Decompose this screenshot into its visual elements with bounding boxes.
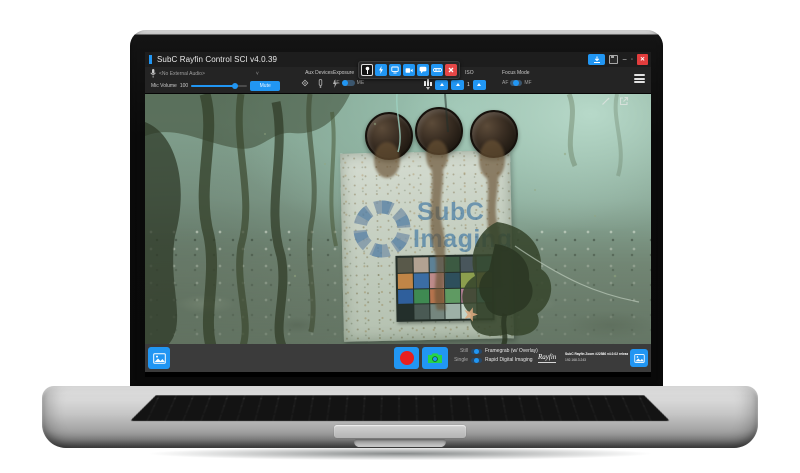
- laptop-base: [42, 386, 758, 448]
- mute-button[interactable]: Mute: [250, 81, 280, 91]
- me-label: ME: [357, 80, 365, 86]
- annotate-pen-icon[interactable]: [601, 96, 611, 106]
- toggle-dot: [474, 349, 479, 354]
- video-overlay-tools: [601, 96, 629, 106]
- picture-icon: [634, 354, 645, 363]
- iso-label: ISO: [465, 70, 474, 76]
- crosshair-icon[interactable]: [301, 79, 309, 87]
- kelp-overlay: [145, 94, 651, 344]
- audio-device-select[interactable]: <No External Audio> ˅: [150, 69, 259, 78]
- flash-button[interactable]: [375, 64, 387, 76]
- title-accent-bar: [149, 55, 152, 64]
- shutter-down-button[interactable]: [451, 80, 464, 90]
- mic-volume-label: Mic Volume: [151, 83, 177, 89]
- laser-icon[interactable]: [318, 79, 323, 88]
- still-framegrab-toggle[interactable]: Still Framegrab (w/ Overlay): [454, 348, 538, 354]
- shutter-up-button[interactable]: [435, 80, 448, 90]
- display-icon: [391, 66, 399, 74]
- mf-label: MF: [524, 80, 531, 86]
- up-arrow-icon: [477, 83, 481, 86]
- gallery-button-right[interactable]: [630, 349, 648, 367]
- quickbar-close-button[interactable]: [445, 64, 457, 76]
- laptop-screen: SubC Rayfin Control SCI v4.0.39 − ▫ ✕: [145, 52, 651, 377]
- rapid-label: Rapid Digital Imaging: [485, 357, 533, 363]
- single-rapid-toggle[interactable]: Single Rapid Digital Imaging: [454, 357, 538, 363]
- toggle-dot: [342, 80, 348, 86]
- open-external-icon[interactable]: [619, 96, 629, 106]
- focus-mode-toggle[interactable]: AF MF: [502, 80, 532, 86]
- up-arrow-icon: [440, 83, 444, 86]
- underwater-video-feed: SubC Imaging: [145, 94, 651, 344]
- floating-quickbar: [358, 61, 460, 79]
- mic-volume-slider[interactable]: [191, 85, 247, 87]
- mic-volume-value: 100: [180, 83, 188, 89]
- ae-label: AE: [333, 80, 340, 86]
- slider-fill: [191, 85, 234, 87]
- device-info: SubC Rayfin Zoom #22586 v4.0.02 release …: [565, 351, 628, 363]
- window-title: SubC Rayfin Control SCI v4.0.39: [157, 55, 277, 64]
- menu-button[interactable]: [634, 74, 645, 83]
- exposure-meter-icon: [424, 79, 432, 90]
- minimize-button[interactable]: −: [622, 56, 627, 64]
- pin-icon: [364, 66, 371, 74]
- rayfin-control-app: SubC Rayfin Control SCI v4.0.39 − ▫ ✕: [145, 52, 651, 377]
- pin-button[interactable]: [361, 64, 373, 76]
- video-call-button[interactable]: [403, 64, 415, 76]
- focus-mode-label: Focus Mode: [502, 70, 532, 76]
- camera-icon: [427, 352, 443, 364]
- picture-icon: [153, 353, 166, 364]
- download-button[interactable]: [588, 54, 605, 65]
- window-controls: − ▫ ✕: [588, 54, 648, 65]
- microphone-icon: [150, 69, 156, 78]
- chevron-down-icon: ˅: [256, 71, 259, 77]
- laptop-lid: SubC Rayfin Control SCI v4.0.39 − ▫ ✕: [130, 30, 663, 390]
- rayfin-brand-logo: Rayfin: [538, 353, 556, 363]
- link-button[interactable]: [431, 64, 443, 76]
- capture-mode-toggles: Still Framegrab (w/ Overlay) Single Rapi…: [454, 348, 538, 363]
- slider-knob[interactable]: [232, 83, 238, 89]
- laptop-shadow: [50, 446, 750, 466]
- maximize-button[interactable]: ▫: [631, 57, 633, 63]
- up-arrow-icon: [456, 83, 460, 86]
- link-icon: [433, 67, 442, 73]
- video-call-icon: [405, 67, 413, 74]
- trackpad: [334, 425, 466, 438]
- still-capture-button[interactable]: [422, 347, 448, 369]
- toggle-dot: [474, 358, 479, 363]
- af-label: AF: [502, 80, 508, 86]
- exposure-toggle-pill[interactable]: [342, 80, 355, 86]
- save-icon[interactable]: [609, 55, 618, 64]
- mic-volume-row: Mic Volume 100 Mute: [151, 81, 280, 91]
- exposure-iso-controls: 1: [424, 79, 486, 90]
- chat-icon: [419, 66, 427, 74]
- focus-section: Focus Mode AF MF: [502, 70, 532, 86]
- starfish: [463, 307, 478, 322]
- record-icon: [400, 351, 414, 365]
- laptop-mockup: SubC Rayfin Control SCI v4.0.39 − ▫ ✕: [0, 0, 800, 473]
- single-label: Single: [454, 357, 468, 363]
- keyboard: [130, 395, 670, 421]
- download-icon: [593, 56, 601, 64]
- iso-value: 1: [467, 82, 470, 88]
- gallery-button[interactable]: [148, 347, 170, 369]
- display-button[interactable]: [389, 64, 401, 76]
- device-ip: 192.168.3.243: [565, 357, 617, 363]
- toggle-pill[interactable]: [471, 358, 482, 363]
- record-button[interactable]: [394, 347, 419, 369]
- framegrab-label: Framegrab (w/ Overlay): [485, 348, 538, 354]
- capture-bar: Still Framegrab (w/ Overlay) Single Rapi…: [145, 344, 651, 372]
- focus-toggle-pill[interactable]: [510, 80, 522, 86]
- toggle-pill[interactable]: [471, 349, 482, 354]
- exposure-mode-toggle[interactable]: AE ME: [333, 80, 364, 86]
- close-icon: [448, 67, 454, 73]
- chat-button[interactable]: [417, 64, 429, 76]
- still-label: Still: [454, 348, 468, 354]
- iso-up-button[interactable]: [473, 80, 486, 90]
- flash-icon: [378, 66, 384, 74]
- toggle-dot: [513, 80, 519, 86]
- close-button[interactable]: ✕: [637, 54, 648, 65]
- audio-device-value: <No External Audio>: [159, 71, 205, 77]
- screen-letterbox: [145, 372, 651, 377]
